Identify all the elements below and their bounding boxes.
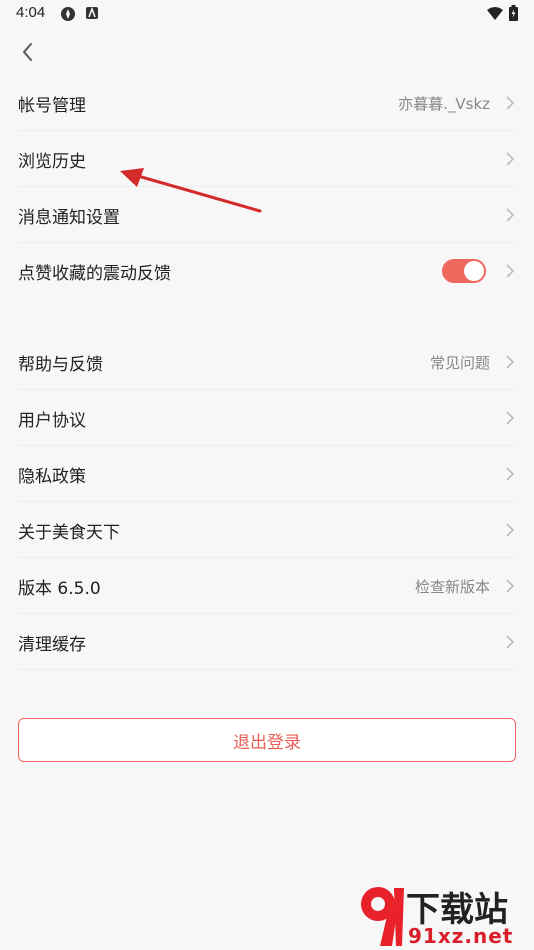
chevron-right-icon [506,96,515,110]
watermark-bottom-text: 91xz.net [408,924,514,948]
logout-label: 退出登录 [233,732,301,753]
chevron-right-icon [506,152,515,166]
row-label: 清理缓存 [18,634,86,655]
row-version[interactable]: 版本 6.5.0 检查新版本 [0,558,534,614]
chevron-right-icon [506,523,515,537]
row-clear-cache[interactable]: 清理缓存 [0,614,534,670]
vibration-toggle[interactable] [442,259,486,283]
row-account-management[interactable]: 帐号管理 亦暮暮._Vskz [0,75,534,131]
row-browse-history[interactable]: 浏览历史 [0,131,534,187]
row-label: 帮助与反馈 [18,354,103,375]
status-bar: 4:04 [0,0,534,28]
chevron-right-icon [506,411,515,425]
app-badge-icon [86,7,98,19]
chevron-right-icon [506,208,515,222]
back-arrow-icon[interactable] [16,40,40,64]
chevron-right-icon [506,579,515,593]
row-label: 版本 6.5.0 [18,578,101,599]
row-label: 帐号管理 [18,95,86,116]
settings-group-about: 帮助与反馈 常见问题 用户协议 隐私政策 关于美食天下 版本 6.5.0 检查新… [0,334,534,670]
row-value-username: 亦暮暮._Vskz [398,94,490,113]
row-label: 关于美食天下 [18,522,120,543]
chevron-right-icon [506,467,515,481]
wifi-icon [487,6,503,20]
row-label: 浏览历史 [18,151,86,172]
row-like-vibration-feedback: 点赞收藏的震动反馈 [0,243,534,299]
watermark-logo: 下载站 91xz.net [358,882,528,948]
row-user-agreement[interactable]: 用户协议 [0,390,534,446]
row-help-feedback[interactable]: 帮助与反馈 常见问题 [0,334,534,390]
watermark-91-icon [361,887,404,946]
row-label: 点赞收藏的震动反馈 [18,263,171,284]
toggle-knob [464,261,484,281]
row-value-check-update: 检查新版本 [414,577,490,596]
chevron-right-icon [506,355,515,369]
logout-button[interactable]: 退出登录 [18,718,516,762]
status-time: 4:04 [16,4,46,21]
row-label: 用户协议 [18,410,86,431]
row-label: 消息通知设置 [18,207,120,228]
row-about[interactable]: 关于美食天下 [0,502,534,558]
chevron-right-icon [506,264,515,278]
app-notification-icon [61,7,75,21]
chevron-right-icon [506,635,515,649]
settings-group-account: 帐号管理 亦暮暮._Vskz 浏览历史 消息通知设置 点赞收藏的震动反馈 [0,75,534,299]
row-privacy-policy[interactable]: 隐私政策 [0,446,534,502]
row-notification-settings[interactable]: 消息通知设置 [0,187,534,243]
battery-icon [509,5,518,21]
row-value-faq: 常见问题 [429,353,490,372]
row-label: 隐私政策 [18,466,86,487]
status-right [487,5,518,21]
